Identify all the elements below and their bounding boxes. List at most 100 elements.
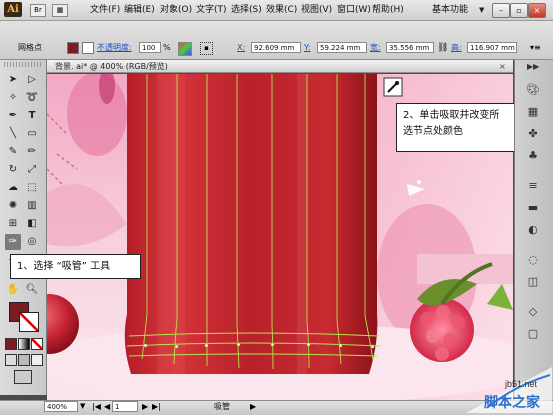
graph-tool-icon[interactable]: ▥ <box>24 198 40 214</box>
first-artboard-icon[interactable]: |◀ <box>92 401 101 412</box>
screen-mode-icon[interactable] <box>14 370 32 384</box>
next-artboard-icon[interactable]: ▶ <box>142 401 148 412</box>
control-bar: 网格点 不透明度: 100 % ▪ X: 92.609 mm Y: 59.224… <box>0 21 553 60</box>
paintbrush-tool-icon[interactable]: ✎ <box>5 144 21 160</box>
tools-panel-grip[interactable] <box>4 62 42 67</box>
height-input[interactable]: 116.907 mm <box>467 42 517 53</box>
fill-swatch[interactable] <box>67 42 79 54</box>
color-mode-icon[interactable] <box>5 338 17 350</box>
arrange-documents-icon[interactable]: ▦ <box>52 4 68 17</box>
y-input[interactable]: 59.224 mm <box>317 42 367 53</box>
stroke-swatch[interactable] <box>82 42 94 54</box>
restore-button[interactable]: ▫ <box>510 3 528 18</box>
y-label: Y: <box>304 43 311 52</box>
artboard-number-field[interactable]: 1 <box>112 401 138 412</box>
tools-panel: ➤ ▷ ✧ ➰ ✒ T ╲ ▭ ✎ ✏ ↻ ⤢ ☁ ⬚ ✺ ▥ ⊞ ◧ ✑ ◎ … <box>0 60 47 395</box>
none-mode-icon[interactable] <box>31 338 43 350</box>
pen-tool-icon[interactable]: ✒ <box>5 108 21 124</box>
tab-close-icon[interactable]: × <box>499 61 506 72</box>
watermark-name: 脚本之家 <box>484 395 540 411</box>
menu-help[interactable]: 帮助(H) <box>372 3 404 17</box>
gradient-panel-icon[interactable]: ▬ <box>523 200 543 216</box>
selection-tool-icon[interactable]: ➤ <box>5 72 21 88</box>
menu-object[interactable]: 对象(O) <box>160 3 192 17</box>
color-panel-icon[interactable]: 🎨︎ <box>523 82 543 98</box>
brushes-panel-icon[interactable]: ✤ <box>523 126 543 142</box>
last-artboard-icon[interactable]: ▶| <box>152 401 161 412</box>
symbols-panel-icon[interactable]: ♣ <box>523 148 543 164</box>
workspace-switcher[interactable]: 基本功能 <box>432 3 468 17</box>
app-logo: Ai <box>4 2 22 17</box>
menu-window[interactable]: 窗口(W) <box>337 3 371 17</box>
warp-tool-icon[interactable]: ☁ <box>5 180 21 196</box>
direct-selection-tool-icon[interactable]: ▷ <box>24 72 40 88</box>
hand-tool-icon[interactable]: ✋ <box>5 282 21 298</box>
callout-click-color: 2、单击吸取并改变所 选节点处颜色 <box>396 103 516 152</box>
status-menu-icon[interactable]: ▶ <box>250 401 256 412</box>
draw-behind-icon[interactable] <box>18 354 30 366</box>
bridge-icon[interactable]: Br <box>30 4 46 17</box>
eyedropper-tool-icon[interactable]: ✑ <box>5 234 21 250</box>
draw-inside-icon[interactable] <box>31 354 43 366</box>
bottle-illustration <box>124 74 381 374</box>
width-input[interactable]: 35.556 mm <box>386 42 434 53</box>
panel-menu-icon[interactable]: ▾≡ <box>530 42 541 54</box>
free-transform-tool-icon[interactable]: ⬚ <box>24 180 40 196</box>
minimize-button[interactable]: – <box>492 3 510 18</box>
close-button[interactable]: × <box>528 3 546 18</box>
menu-effect[interactable]: 效果(C) <box>266 3 297 17</box>
callout-click-color-line1: 2、单击吸取并改变所 <box>403 110 500 121</box>
prev-artboard-icon[interactable]: ◀ <box>104 401 110 412</box>
stroke-color-box[interactable] <box>19 312 39 332</box>
menu-edit[interactable]: 编辑(E) <box>124 3 155 17</box>
link-icon[interactable]: ⛓ <box>437 42 448 54</box>
draw-normal-icon[interactable] <box>5 354 17 366</box>
zoom-tool-icon[interactable]: 🔍︎ <box>24 282 40 298</box>
watermark-site: jb51.net <box>505 379 538 389</box>
swatches-panel-icon[interactable]: ▦ <box>523 104 543 120</box>
artboards-panel-icon[interactable]: ▢ <box>523 326 543 342</box>
lasso-tool-icon[interactable]: ➰ <box>24 90 40 106</box>
blend-tool-icon[interactable]: ◎ <box>24 234 40 250</box>
menu-bar: Ai Br ▦ 文件(F) 编辑(E) 对象(O) 文字(T) 选择(S) 效果… <box>0 0 553 21</box>
mesh-tool-icon[interactable]: ⊞ <box>5 216 21 232</box>
x-label: X: <box>237 43 246 52</box>
type-tool-icon[interactable]: T <box>24 108 40 124</box>
opacity-label[interactable]: 不透明度: <box>97 42 132 54</box>
pencil-tool-icon[interactable]: ✏ <box>24 144 40 160</box>
callout-click-color-line2: 选节点处颜色 <box>403 126 463 137</box>
gradient-mode-icon[interactable] <box>18 338 30 350</box>
magic-wand-tool-icon[interactable]: ✧ <box>5 90 21 106</box>
menu-type[interactable]: 文字(T) <box>196 3 227 17</box>
callout-select-eyedropper: 1、选择 “吸管” 工具 <box>10 254 141 279</box>
rectangle-tool-icon[interactable]: ▭ <box>24 126 40 142</box>
selection-type-label: 网格点 <box>18 43 42 52</box>
line-tool-icon[interactable]: ╲ <box>5 126 21 142</box>
current-tool-status: 吸管 <box>214 402 230 411</box>
symbol-sprayer-tool-icon[interactable]: ✺ <box>5 198 21 214</box>
opacity-input[interactable]: 100 <box>139 42 161 53</box>
zoom-dropdown-icon[interactable]: ▼ <box>80 401 85 412</box>
menu-select[interactable]: 选择(S) <box>231 3 262 17</box>
appearance-panel-icon[interactable]: ◌ <box>523 252 543 268</box>
right-panel-dock: ▶▶ 🎨︎ ▦ ✤ ♣ ≡ ▬ ◐ ◌ ◫ ◇ ▢ <box>514 60 553 400</box>
transparency-panel-icon[interactable]: ◐ <box>523 222 543 238</box>
document-tab[interactable]: 背景. ai* @ 400% (RGB/预览) <box>47 60 513 73</box>
transform-reference-icon[interactable]: ▪ <box>200 42 213 55</box>
x-input[interactable]: 92.609 mm <box>251 42 301 53</box>
graphic-styles-panel-icon[interactable]: ◫ <box>523 274 543 290</box>
scale-tool-icon[interactable]: ⤢ <box>24 162 40 178</box>
dock-collapse-icon[interactable]: ▶▶ <box>527 62 539 71</box>
zoom-field[interactable]: 400% <box>44 401 78 412</box>
recolor-icon[interactable] <box>178 42 192 56</box>
gradient-tool-icon[interactable]: ◧ <box>24 216 40 232</box>
rotate-tool-icon[interactable]: ↻ <box>5 162 21 178</box>
chevron-down-icon[interactable]: ▼ <box>479 3 484 17</box>
stroke-panel-icon[interactable]: ≡ <box>523 178 543 194</box>
height-label: 高: <box>451 43 462 52</box>
menu-view[interactable]: 视图(V) <box>301 3 332 17</box>
layers-panel-icon[interactable]: ◇ <box>523 304 543 320</box>
percent-label: % <box>163 43 171 52</box>
menu-file[interactable]: 文件(F) <box>90 3 120 17</box>
width-label: 宽: <box>370 43 381 52</box>
